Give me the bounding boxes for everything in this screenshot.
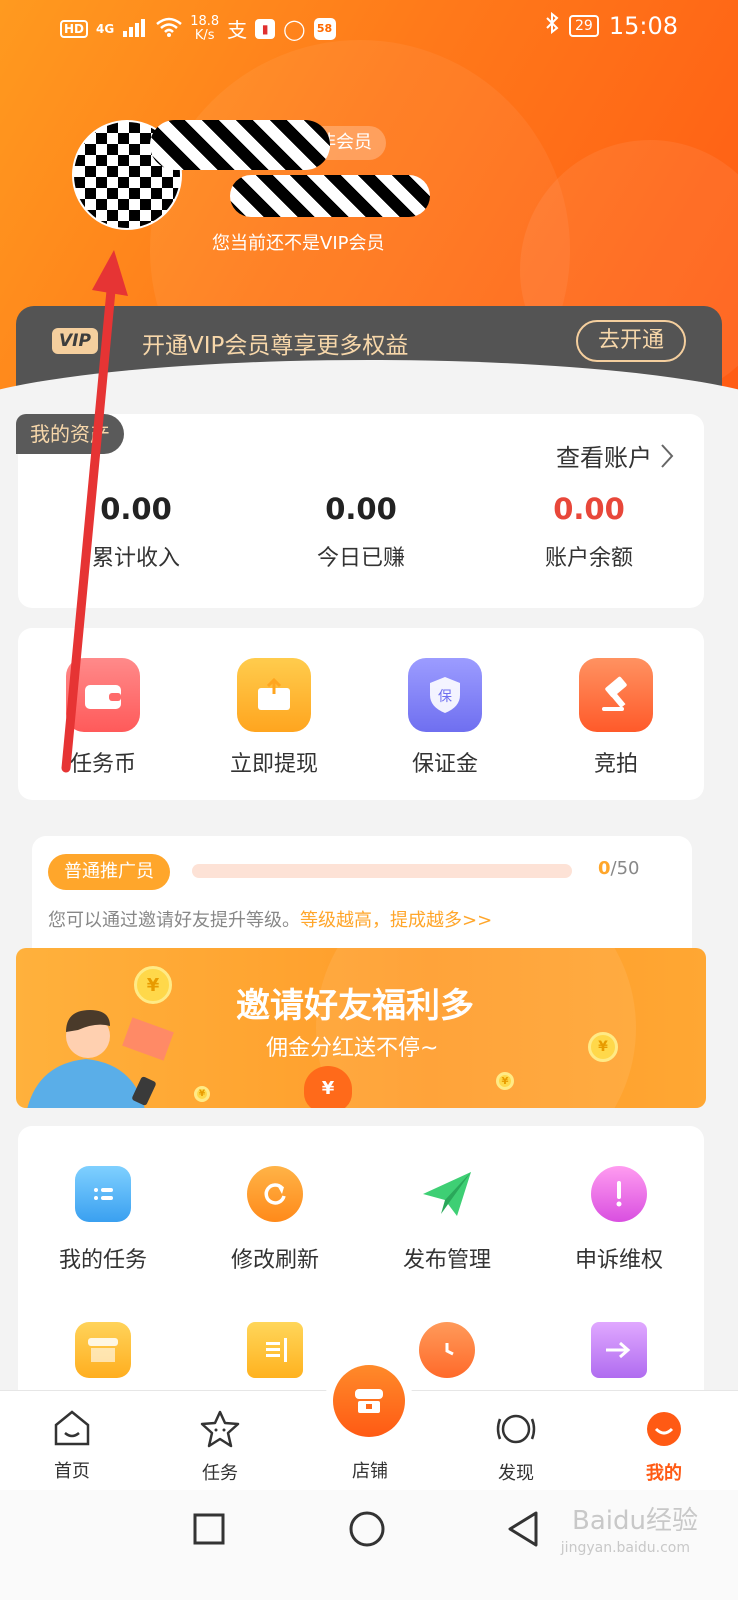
nav-home[interactable]: 首页	[12, 1409, 132, 1483]
alipay-icon: 支	[227, 18, 248, 42]
my-tasks-button[interactable]: 我的任务	[18, 1166, 188, 1274]
network-type: 4G	[96, 21, 115, 36]
baidu-watermark-url: jingyan.baidu.com	[560, 1540, 690, 1556]
wallet-icon	[66, 658, 140, 732]
task-coin-button[interactable]: 任务币	[23, 658, 183, 778]
gavel-icon	[579, 658, 653, 732]
nav-shop[interactable]	[325, 1357, 413, 1445]
open-vip-button[interactable]: 去开通	[575, 320, 686, 362]
redacted-username	[150, 120, 330, 170]
deposit-button[interactable]: 保 保证金	[365, 658, 525, 778]
withdraw-button[interactable]: 立即提现	[194, 658, 354, 778]
alarm-clock-icon	[419, 1322, 475, 1378]
shop-icon	[75, 1322, 131, 1378]
nav-shop-label[interactable]: 店铺	[320, 1457, 420, 1483]
stat-today-earned[interactable]: 0.00 今日已赚	[261, 492, 461, 572]
baidu-watermark: Baidu经验	[572, 1506, 698, 1536]
profile-header: HD 4G 18.8 K/s 支 ▮ ◯ 58 29 15:08 非会员 您当前…	[0, 0, 738, 400]
star-icon	[200, 1410, 240, 1448]
money-bag-icon: ¥	[304, 1066, 352, 1108]
redacted-user-id	[230, 175, 430, 217]
home-icon	[54, 1410, 90, 1446]
discover-icon	[496, 1414, 536, 1444]
coin-icon: ¥	[496, 1072, 514, 1090]
assets-tag: 我的资产	[16, 414, 124, 454]
vip-status-text: 您当前还不是VIP会员	[212, 233, 385, 254]
quick-actions: 任务币 立即提现 保 保证金 竞拍	[18, 628, 704, 800]
stat-account-balance[interactable]: 0.00 账户余额	[489, 492, 689, 572]
modify-refresh-button[interactable]: 修改刷新	[190, 1166, 360, 1274]
invite-friends-banner[interactable]: ¥ ¥ ¥ ¥ ¥ 邀请好友福利多 佣金分红送不停~	[16, 948, 706, 1108]
level-progress-text: 0/50	[598, 858, 640, 879]
task-list-icon	[75, 1166, 131, 1222]
publish-manage-button[interactable]: 发布管理	[362, 1166, 532, 1274]
svg-text:保: 保	[438, 689, 452, 705]
banner-title: 邀请好友福利多	[236, 986, 474, 1026]
promoter-desc: 您可以通过邀请好友提升等级。等级越高，提成越多>>	[48, 910, 493, 931]
notebook-icon	[247, 1322, 303, 1378]
signal-icon	[122, 17, 148, 41]
appeal-button[interactable]: 申诉维权	[534, 1166, 704, 1274]
banner-subtitle: 佣金分红送不停~	[266, 1036, 439, 1061]
notebook-button[interactable]	[190, 1322, 360, 1378]
hd-indicator: HD	[60, 19, 89, 38]
home-button-icon[interactable]	[348, 1510, 386, 1548]
clock: 15:08	[608, 12, 678, 40]
stat-total-income[interactable]: 0.00 累计收入	[36, 492, 236, 572]
vip-promo-text: 开通VIP会员尊享更多权益	[142, 333, 409, 359]
bluetooth-icon	[545, 11, 559, 40]
bottom-nav: 首页 任务 店铺 发现 我的	[0, 1357, 738, 1490]
battery-indicator: 29	[569, 15, 599, 37]
auction-button[interactable]: 竞拍	[536, 658, 696, 778]
paper-plane-icon	[419, 1166, 475, 1222]
coin-icon: ¥	[134, 966, 172, 1004]
coin-icon: ¥	[194, 1086, 210, 1102]
book-app-icon: ▮	[255, 18, 276, 39]
recents-button-icon[interactable]	[192, 1512, 226, 1546]
coin-icon: ¥	[588, 1032, 618, 1062]
nav-mine[interactable]: 我的	[604, 1409, 724, 1485]
promoter-more-link[interactable]: 等级越高，提成越多>>	[300, 910, 492, 931]
shop-icon	[333, 1365, 405, 1437]
forward-button[interactable]	[534, 1322, 704, 1378]
view-account-link[interactable]: 查看账户	[556, 438, 674, 473]
back-button-icon[interactable]	[506, 1510, 540, 1548]
mine-icon	[647, 1412, 681, 1446]
circle-app-icon: ◯	[283, 16, 306, 41]
wifi-icon	[156, 17, 183, 41]
chevron-right-icon	[661, 443, 674, 468]
network-speed: 18.8 K/s	[190, 13, 220, 43]
promoter-level-card[interactable]: 普通推广员 0/50 您可以通过邀请好友提升等级。等级越高，提成越多>>	[32, 836, 692, 948]
alert-icon	[591, 1166, 647, 1222]
shop-manage-button[interactable]	[18, 1322, 188, 1378]
forward-icon	[591, 1322, 647, 1378]
promoter-level-badge: 普通推广员	[48, 854, 170, 890]
refresh-icon	[247, 1166, 303, 1222]
shield-icon: 保	[408, 658, 482, 732]
nav-discover[interactable]: 发现	[456, 1409, 576, 1485]
app58-icon: 58	[313, 17, 336, 40]
level-progress-bar	[192, 864, 572, 878]
banner-decoration	[316, 948, 636, 1108]
status-bar: HD 4G 18.8 K/s 支 ▮ ◯ 58 29 15:08	[0, 0, 738, 56]
withdraw-icon	[237, 658, 311, 732]
vip-badge: VIP	[52, 328, 98, 354]
assets-card: 我的资产 查看账户 0.00 累计收入 0.00 今日已赚 0.00 账户余额	[16, 414, 704, 608]
nav-tasks[interactable]: 任务	[160, 1409, 280, 1485]
